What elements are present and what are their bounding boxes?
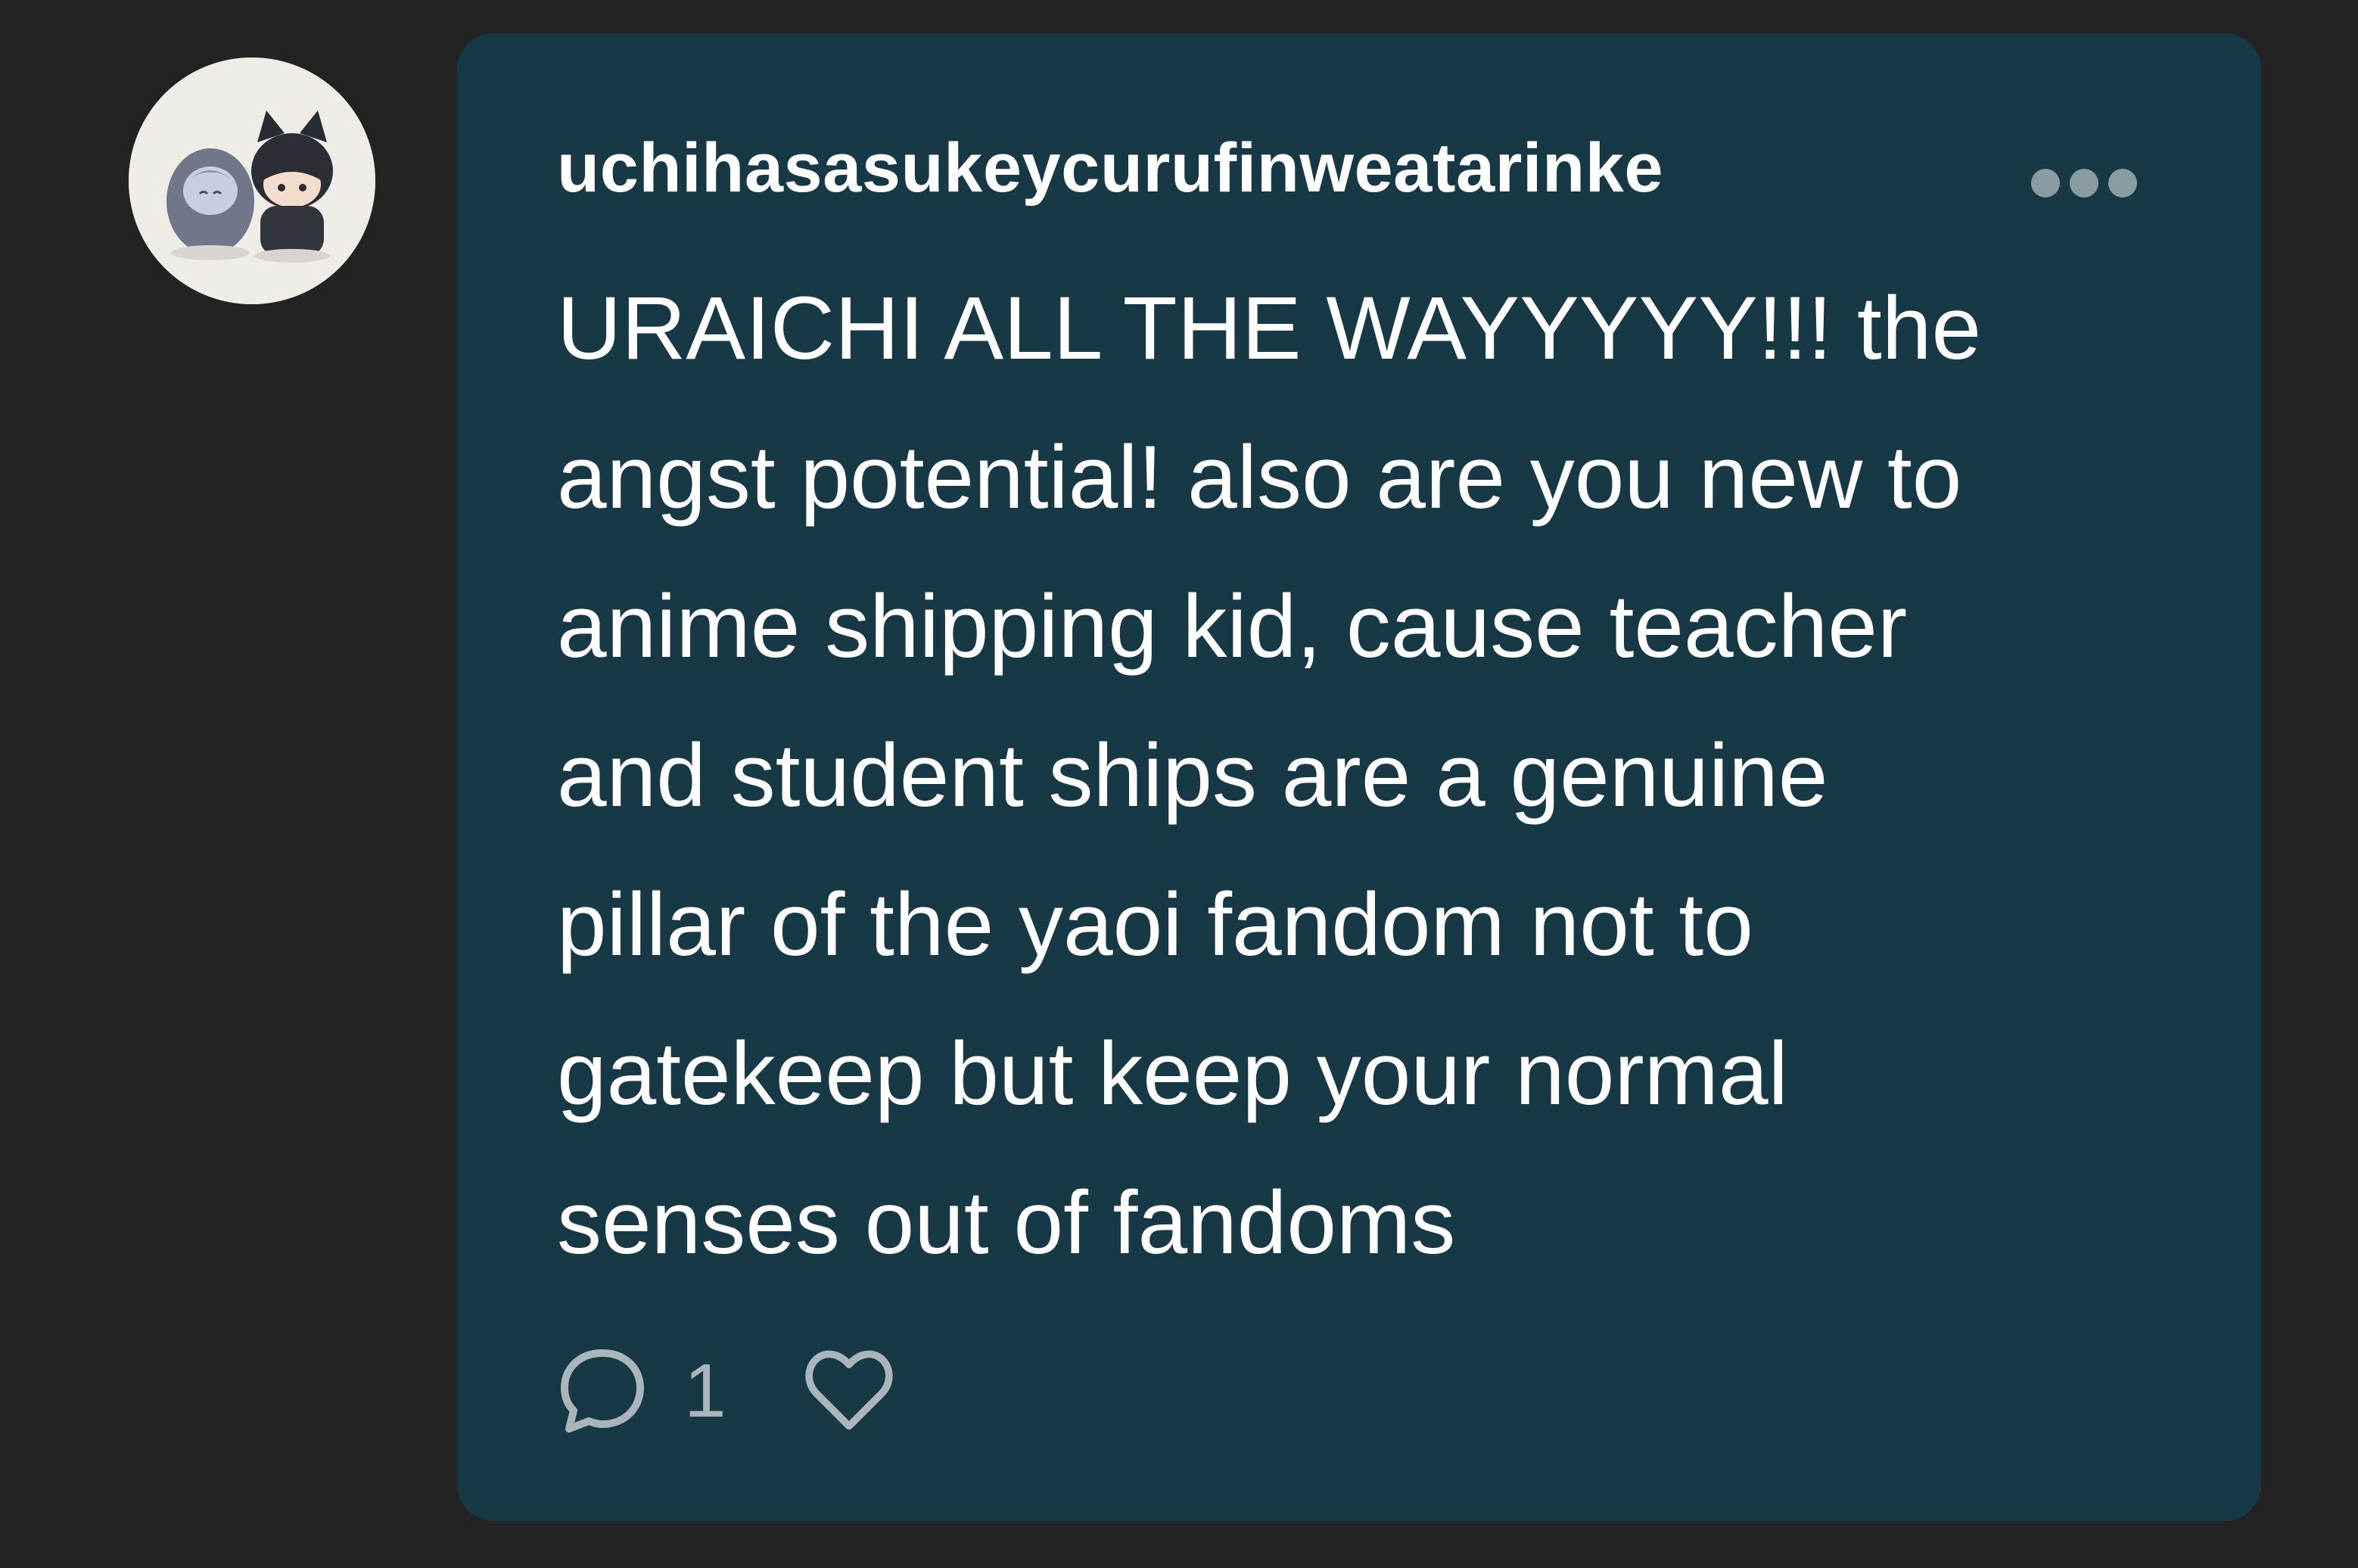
comment-bubble: uchihasasukeycurufinweatarinke URAICHI A… <box>457 33 2261 1521</box>
like-button[interactable] <box>802 1344 896 1438</box>
more-options-icon-dot <box>2070 169 2098 198</box>
comment-message-line: URAICHI ALL THE WAYYYYY!!! the <box>557 278 1982 378</box>
comment-message-line: anime shipping kid, cause teacher <box>557 577 1908 677</box>
avatar[interactable] <box>129 58 375 304</box>
comment-message-line: pillar of the yaoi fandom not to <box>557 875 1753 975</box>
more-options-button[interactable] <box>2031 162 2137 204</box>
more-options-icon <box>2031 169 2060 198</box>
avatar-figurines-image <box>129 58 375 304</box>
page: uchihasasukeycurufinweatarinke URAICHI A… <box>0 0 2358 1568</box>
comment-message-line: and student ships are a genuine <box>557 726 1828 826</box>
comment-message-line: gatekeep but keep your normal <box>557 1024 1788 1124</box>
comment-message-line: senses out of fandoms <box>557 1173 1456 1273</box>
more-options-icon-dot <box>2108 169 2137 198</box>
comment-message: URAICHI ALL THE WAYYYYY!!! the angst pot… <box>557 254 2207 1298</box>
comment-actions: 1 <box>554 1338 896 1444</box>
heart-icon <box>805 1350 893 1430</box>
comment-message-line: angst potential! also are you new to <box>557 428 1962 527</box>
speech-bubble-icon <box>561 1349 644 1433</box>
comment-username[interactable]: uchihasasukeycurufinweatarinke <box>557 129 1663 208</box>
reply-button[interactable]: 1 <box>554 1342 726 1439</box>
reply-count: 1 <box>684 1348 726 1433</box>
